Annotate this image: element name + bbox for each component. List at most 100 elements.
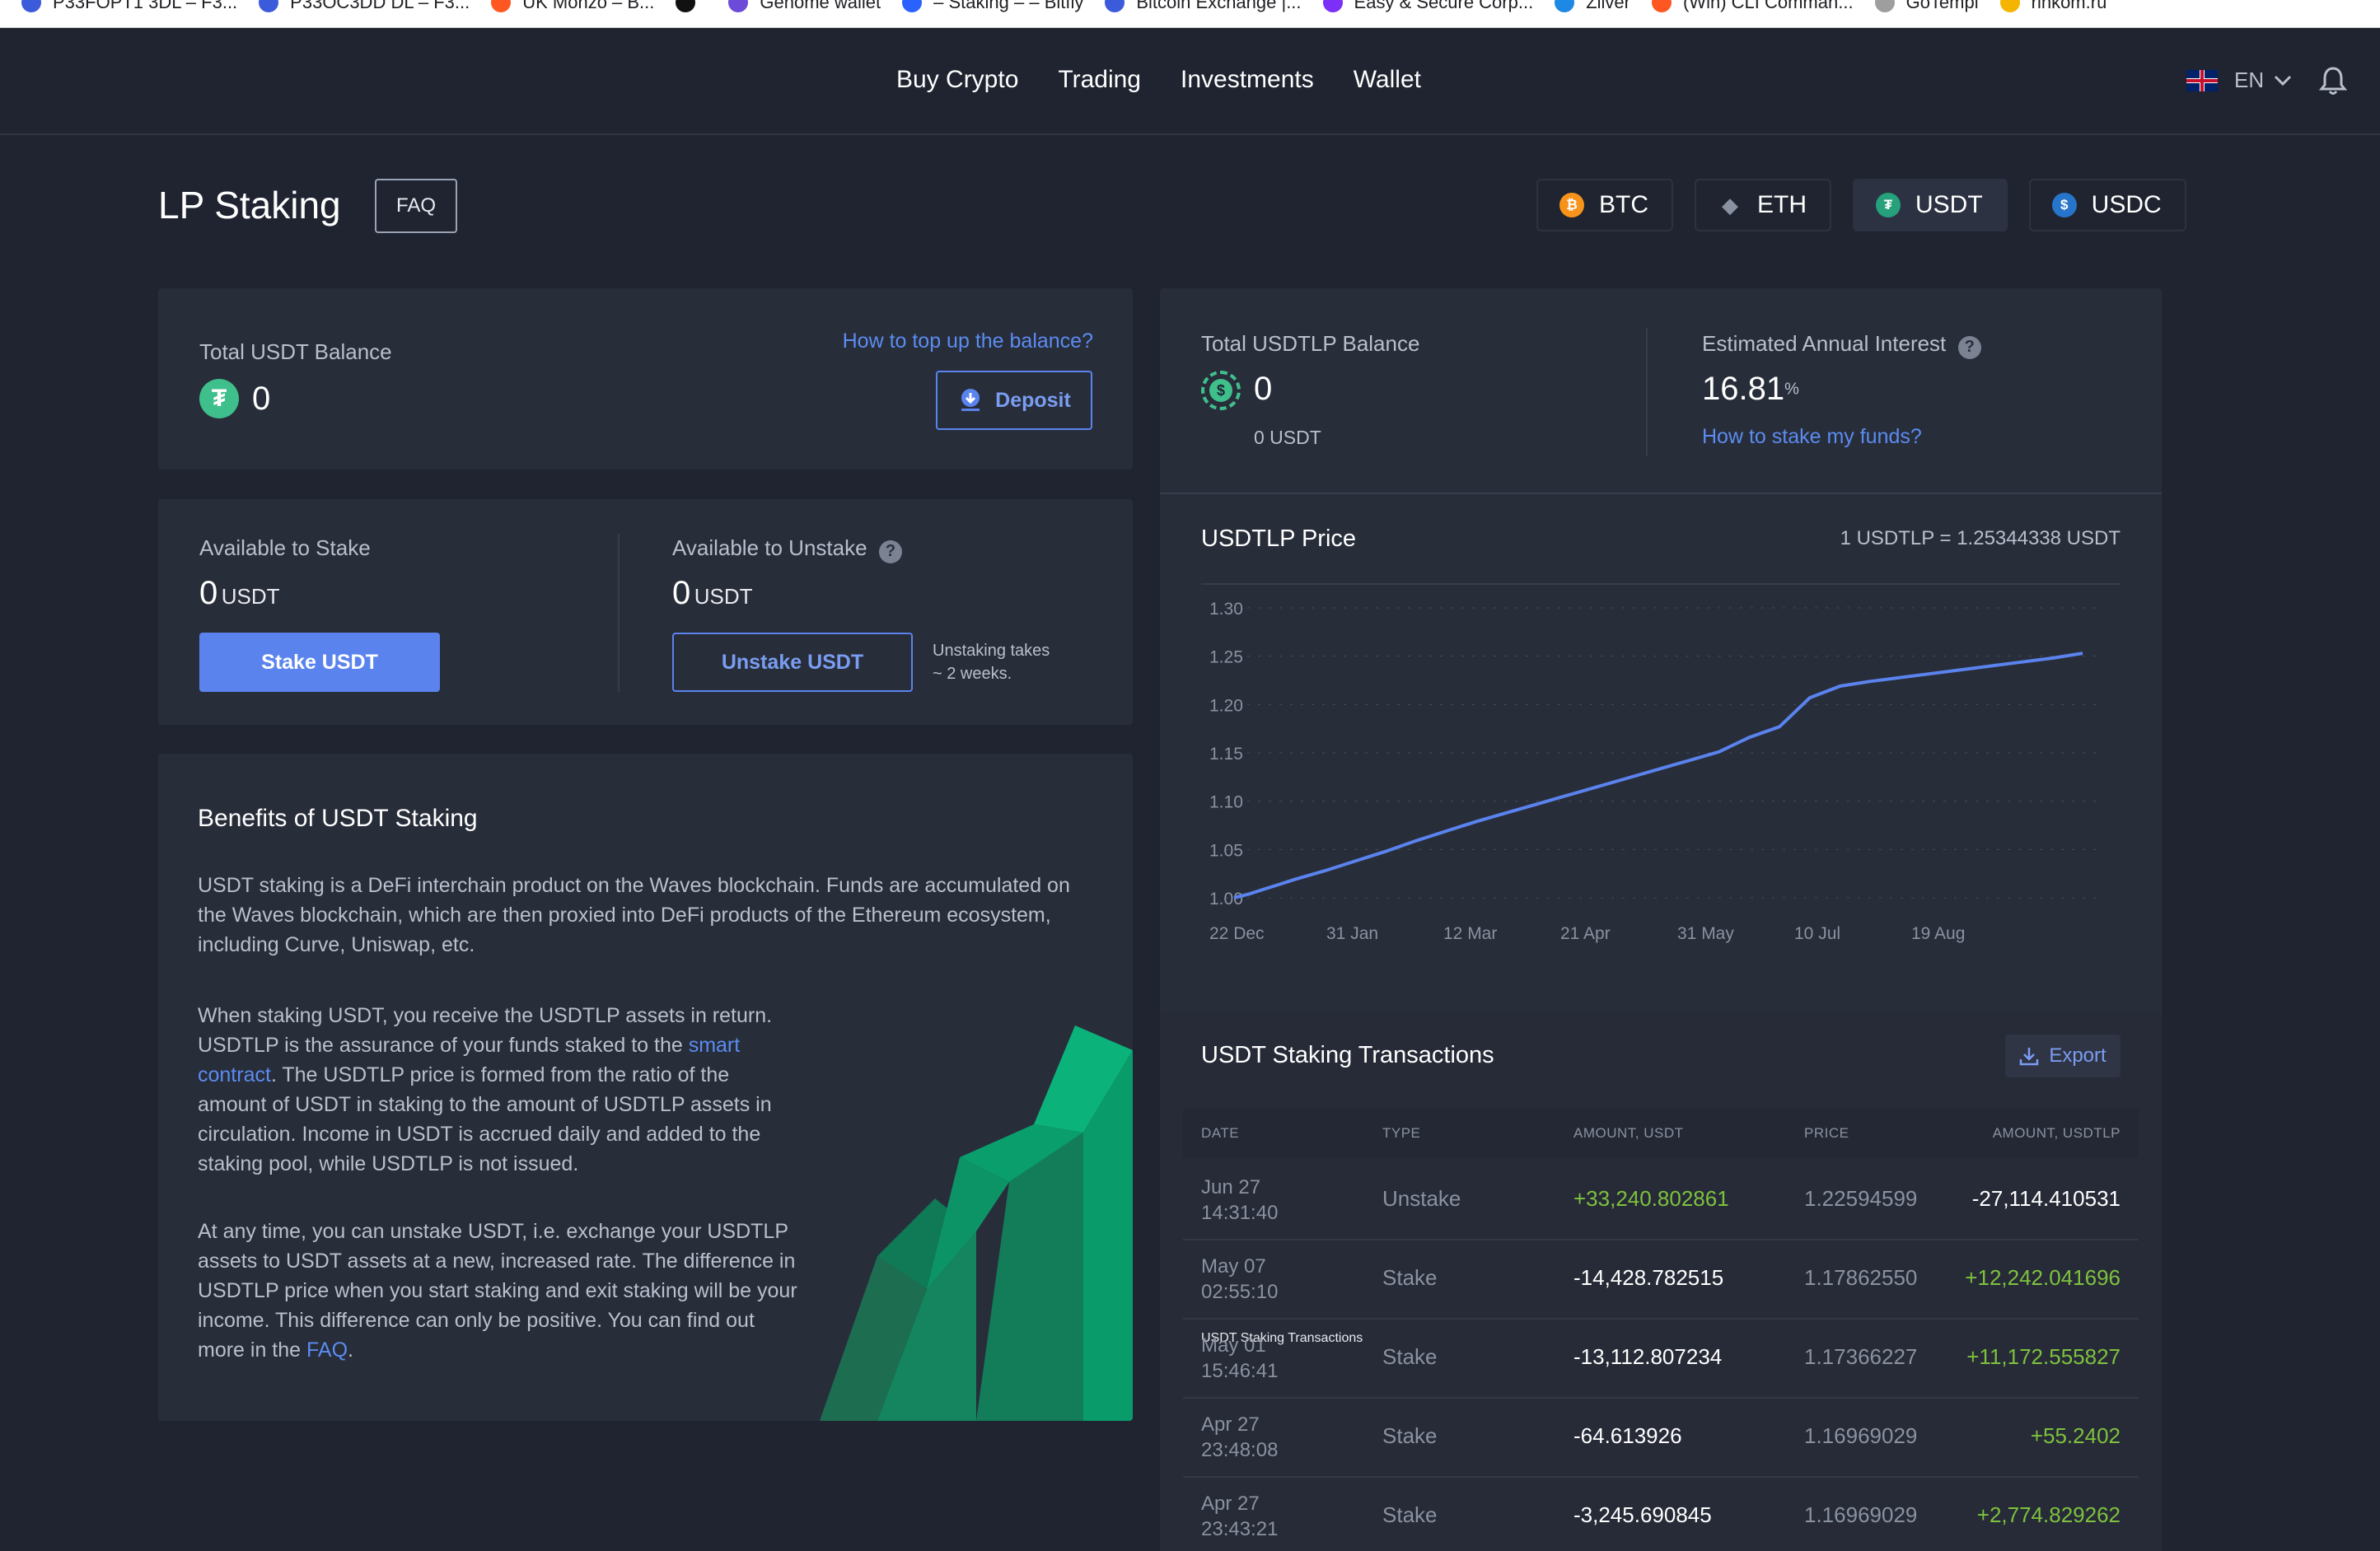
col-price: PRICE: [1804, 1125, 1849, 1141]
tx-date-day: May 01: [1201, 1334, 1266, 1357]
x-tick-label: 31 Jan: [1326, 924, 1378, 943]
col-amount-usdtlp: AMOUNT, USDTLP: [1992, 1125, 2120, 1141]
bookmark-item[interactable]: rinkom.ru: [1999, 0, 2106, 16]
export-button[interactable]: Export: [2005, 1035, 2120, 1077]
bookmark-item[interactable]: Zilver: [1555, 0, 1630, 16]
bookmark-item[interactable]: [676, 0, 707, 16]
benefits-paragraph-3-text: At any time, you can unstake USDT, i.e. …: [198, 1220, 797, 1362]
deposit-label: Deposit: [995, 388, 1071, 412]
tx-date-time: 15:46:41: [1201, 1360, 1279, 1382]
tx-amount-usdt: -13,112.807234: [1573, 1344, 1723, 1369]
faq-button[interactable]: FAQ: [375, 179, 457, 233]
tab-btc[interactable]: ₿ BTC: [1536, 179, 1673, 231]
tab-label: USDT: [1915, 191, 1983, 218]
tx-price: 1.16969029: [1804, 1423, 1918, 1448]
table-row[interactable]: May 01 15:46:41 Stake -13,112.807234 1.17366…: [1183, 1320, 2139, 1399]
bookmark-favicon-icon: [728, 0, 749, 12]
tx-price: 1.17366227: [1804, 1344, 1918, 1369]
y-tick-label: 1.05: [1209, 841, 1243, 860]
table-row[interactable]: Apr 27 23:48:08 Stake -64.613926 1.16969029 +…: [1183, 1399, 2139, 1478]
table-row[interactable]: Jun 27 14:31:40 Unstake +33,240.802861 1.225…: [1183, 1161, 2139, 1240]
top-up-help-link[interactable]: How to top up the balance?: [843, 329, 1093, 353]
bookmark-label: Easy & Secure Corp...: [1354, 0, 1534, 12]
col-type: TYPE: [1382, 1125, 1421, 1141]
tx-date-day: May 07: [1201, 1255, 1266, 1278]
tx-type: Stake: [1382, 1265, 1438, 1290]
bookmark-favicon-icon: [902, 0, 923, 12]
bookmark-favicon-icon: [491, 0, 512, 12]
bookmark-favicon-icon: [21, 0, 41, 12]
tab-usdc[interactable]: $ USDC: [2028, 179, 2186, 231]
bookmark-favicon-icon: [1322, 0, 1343, 12]
eth-icon: ◆: [1722, 192, 1738, 217]
bookmark-item[interactable]: Bitcoin Exchange |...: [1105, 0, 1302, 16]
available-to-stake-value: 0: [199, 575, 218, 611]
coin-tabs: ₿ BTC ◆ ETH ₮ USDT $ USDC: [1536, 179, 2208, 231]
bookmark-favicon-icon: [676, 0, 696, 12]
bookmark-item[interactable]: Easy & Secure Corp...: [1322, 0, 1534, 16]
interest-value: 16.81: [1702, 371, 1785, 407]
tab-usdt[interactable]: ₮ USDT: [1853, 179, 2008, 231]
tx-date-time: 23:43:21: [1201, 1518, 1279, 1540]
available-to-stake-amount: 0 USDT: [199, 575, 279, 612]
download-icon: [2020, 1048, 2039, 1066]
bookmark-favicon-icon: [1105, 0, 1125, 12]
x-tick-label: 19 Aug: [1911, 924, 1965, 943]
bookmark-label: Zilver: [1586, 0, 1630, 12]
unstake-note-line-2: ~ 2 weeks.: [933, 665, 1012, 683]
page-title: LP Staking: [158, 184, 341, 227]
language-selector[interactable]: EN: [2186, 68, 2292, 93]
x-tick-label: 22 Dec: [1209, 924, 1265, 943]
bookmark-favicon-icon: [1555, 0, 1575, 12]
nav-investments[interactable]: Investments: [1181, 66, 1314, 94]
main-nav: Buy Crypto Trading Investments Wallet: [896, 66, 1461, 94]
col-date: DATE: [1201, 1125, 1240, 1141]
bookmark-item[interactable]: P33OC3DD DL – F3...: [259, 0, 470, 16]
interest-label: Estimated Annual Interest: [1702, 331, 1947, 356]
stake-card: Available to Stake 0 USDT Stake USDT Ava…: [158, 499, 1133, 725]
available-to-unstake-unit: USDT: [694, 584, 753, 609]
tx-date: Apr 27 23:43:21: [1201, 1491, 1278, 1542]
transactions-title: USDT Staking Transactions: [1201, 1042, 1494, 1068]
bookmark-item[interactable]: Genome wallet: [728, 0, 881, 16]
download-icon: [961, 389, 980, 411]
question-icon[interactable]: ?: [1957, 335, 1981, 359]
tx-amount-usdt: -14,428.782515: [1573, 1265, 1724, 1290]
divider: [618, 534, 620, 692]
bookmark-favicon-icon: [259, 0, 279, 12]
unstake-note-line-1: Unstaking takes: [933, 642, 1050, 660]
how-to-stake-link[interactable]: How to stake my funds?: [1702, 425, 1922, 449]
table-row[interactable]: Apr 27 23:43:21 Stake -3,245.690845 1.169690…: [1183, 1478, 2139, 1551]
usdt-icon: ₮: [1876, 193, 1901, 217]
unstake-usdt-button[interactable]: Unstake USDT: [672, 633, 913, 692]
uk-flag-icon: [2186, 69, 2218, 91]
deposit-button[interactable]: Deposit: [936, 371, 1092, 430]
bookmark-item[interactable]: UK Monzo – B...: [491, 0, 654, 16]
bell-icon[interactable]: [2317, 64, 2350, 97]
language-code: EN: [2234, 68, 2265, 92]
bookmark-item[interactable]: – Staking – – Bitfly: [902, 0, 1083, 16]
usdt-icon: ₮: [199, 379, 239, 418]
tx-amount-usdtlp: +11,172.555827: [1966, 1344, 2120, 1369]
x-tick-label: 21 Apr: [1560, 924, 1611, 943]
nav-trading[interactable]: Trading: [1058, 66, 1141, 94]
tx-type: Stake: [1382, 1502, 1438, 1527]
bookmark-item[interactable]: P33FOPT1 3DL – F3...: [21, 0, 237, 16]
bookmark-favicon-icon: [1874, 0, 1895, 12]
tx-amount-usdt: -3,245.690845: [1573, 1502, 1712, 1527]
stake-usdt-button[interactable]: Stake USDT: [199, 633, 440, 692]
faq-link[interactable]: FAQ: [306, 1338, 348, 1362]
nav-wallet[interactable]: Wallet: [1354, 66, 1421, 94]
bookmark-item[interactable]: GoTempl: [1874, 0, 1979, 16]
price-title: USDTLP Price: [1201, 526, 1357, 552]
nav-buy-crypto[interactable]: Buy Crypto: [896, 66, 1018, 94]
tx-date-time: 14:31:40: [1201, 1202, 1279, 1224]
tab-eth[interactable]: ◆ ETH: [1695, 179, 1831, 231]
bookmark-favicon-icon: [1651, 0, 1672, 12]
question-icon[interactable]: ?: [879, 540, 903, 563]
bookmark-item[interactable]: (Win) CLI Comman...: [1651, 0, 1854, 16]
interest-value-wrap: 16.81%: [1702, 371, 1799, 408]
table-row[interactable]: May 07 02:55:10 Stake -14,428.782515 1.17862…: [1183, 1240, 2139, 1320]
benefits-title: Benefits of USDT Staking: [198, 805, 478, 832]
price-chart: 1.00 1.05 1.10 1.15 1.20 1.25 1.30 22 Dec 31 Jan…: [1209, 600, 2099, 943]
